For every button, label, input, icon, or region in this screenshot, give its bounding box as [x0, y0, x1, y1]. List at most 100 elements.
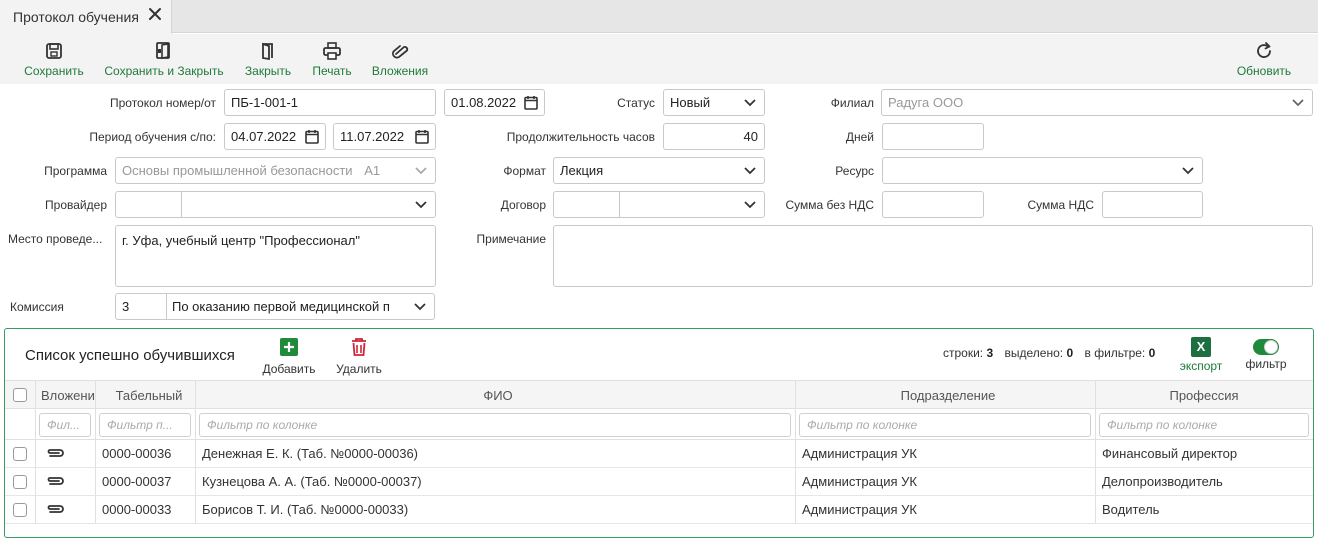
tab-protocol[interactable]: Протокол обучения — [0, 0, 172, 34]
cell-fio: Борисов Т. И. (Таб. №0000-00033) — [202, 502, 409, 517]
status-select[interactable]: Новый — [663, 89, 765, 116]
vat-input[interactable] — [1102, 191, 1203, 218]
calendar-icon[interactable] — [305, 129, 319, 144]
protocol-label: Протокол номер/от — [109, 96, 216, 110]
period-to-input[interactable]: 11.07.2022 — [333, 123, 436, 150]
note-label: Примечание — [476, 232, 546, 246]
delete-label: Удалить — [336, 362, 382, 376]
plus-icon — [280, 338, 298, 356]
chevron-down-icon — [744, 201, 756, 209]
attachments-button[interactable]: Вложения — [366, 34, 434, 84]
sum-no-vat-label: Сумма без НДС — [785, 198, 874, 212]
branch-select[interactable]: Радуга ООО — [881, 89, 1313, 116]
col-fio[interactable]: ФИО — [201, 388, 795, 403]
close-icon[interactable] — [148, 7, 162, 21]
commission-label: Комиссия — [10, 300, 64, 314]
row-checkbox[interactable] — [13, 475, 27, 489]
resource-select[interactable] — [882, 157, 1203, 184]
protocol-number-input[interactable]: ПБ-1-001-1 — [224, 89, 436, 116]
period-from-value: 04.07.2022 — [231, 129, 297, 144]
provider-label: Провайдер — [45, 198, 107, 212]
provider-select[interactable] — [115, 191, 436, 218]
chevron-down-icon — [415, 167, 427, 175]
calendar-icon[interactable] — [415, 129, 429, 144]
col-tab-number[interactable]: Табельный — [101, 388, 197, 403]
select-all-checkbox[interactable] — [13, 388, 27, 402]
contract-separator — [619, 192, 620, 217]
duration-input[interactable]: 40 — [663, 123, 765, 150]
chevron-down-icon — [744, 167, 756, 175]
save-button[interactable]: Сохранить — [16, 34, 92, 84]
resource-label: Ресурс — [835, 164, 874, 178]
cell-tab-number: 0000-00036 — [102, 446, 172, 461]
sum-no-vat-input[interactable] — [882, 191, 984, 218]
program-label: Программа — [44, 164, 107, 178]
filter-toggle[interactable]: фильтр — [1241, 337, 1291, 371]
status-label: Статус — [617, 96, 655, 110]
col-department[interactable]: Подразделение — [801, 388, 1095, 403]
chevron-down-icon — [414, 303, 426, 311]
in-filter-label: в фильтре: — [1084, 346, 1146, 360]
delete-button[interactable]: Удалить — [331, 337, 387, 376]
calendar-icon[interactable] — [524, 95, 538, 110]
program-code: А1 — [364, 163, 381, 178]
panel-title: Список успешно обучившихся — [25, 347, 235, 364]
toggle-switch[interactable] — [1253, 339, 1279, 355]
branch-label: Филиал — [830, 96, 874, 110]
note-textarea[interactable] — [553, 225, 1313, 287]
format-select[interactable]: Лекция — [553, 157, 765, 184]
paperclip-icon[interactable] — [45, 474, 65, 488]
refresh-button[interactable]: Обновить — [1230, 34, 1298, 84]
close-button[interactable]: Закрыть — [238, 34, 298, 84]
cell-tab-number: 0000-00033 — [102, 502, 172, 517]
paperclip-icon[interactable] — [45, 446, 65, 460]
cell-department: Администрация УК — [802, 502, 918, 517]
filter-department-input[interactable]: Фильтр по колонке — [799, 413, 1091, 437]
program-value: Основы промышленной безопасности — [122, 163, 353, 178]
print-label: Печать — [312, 64, 352, 78]
rows-count: 3 — [986, 346, 994, 360]
table-row[interactable]: 0000-00037 Кузнецова А. А. (Таб. №0000-0… — [5, 468, 1313, 496]
provider-separator — [181, 192, 182, 217]
row-checkbox[interactable] — [13, 503, 27, 517]
add-label: Добавить — [262, 362, 316, 376]
filter-attachments-input[interactable]: Фил... — [39, 413, 91, 437]
table-row[interactable]: 0000-00036 Денежная Е. К. (Таб. №0000-00… — [5, 440, 1313, 468]
filter-fio-input[interactable]: Фильтр по колонке — [199, 413, 791, 437]
save-label: Сохранить — [24, 64, 84, 78]
commission-separator — [166, 294, 167, 319]
col-attachments[interactable]: Вложени — [41, 388, 97, 403]
export-button[interactable]: X экспорт — [1177, 337, 1225, 373]
col-profession[interactable]: Профессия — [1101, 388, 1307, 403]
filter-tab-number-input[interactable]: Фильтр п... — [99, 413, 191, 437]
protocol-date-input[interactable]: 01.08.2022 — [444, 89, 545, 116]
cell-department: Администрация УК — [802, 446, 918, 461]
place-label: Место проведе... — [8, 232, 103, 246]
filter-profession-input[interactable]: Фильтр по колонке — [1099, 413, 1309, 437]
commission-select[interactable]: 3 По оказанию первой медицинской п — [115, 293, 435, 320]
chevron-down-icon — [415, 201, 427, 209]
paperclip-icon[interactable] — [45, 502, 65, 516]
save-close-button[interactable]: Сохранить и Закрыть — [100, 34, 228, 84]
period-from-input[interactable]: 04.07.2022 — [224, 123, 326, 150]
chevron-down-icon — [744, 99, 756, 107]
duration-label: Продолжительность часов — [506, 130, 655, 144]
place-textarea[interactable]: г. Уфа, учебный центр "Профессионал" — [115, 225, 436, 287]
trash-icon — [352, 338, 366, 356]
program-select[interactable]: Основы промышленной безопасности А1 — [115, 157, 436, 184]
print-button[interactable]: Печать — [305, 34, 359, 84]
row-checkbox[interactable] — [13, 447, 27, 461]
table-row[interactable]: 0000-00033 Борисов Т. И. (Таб. №0000-000… — [5, 496, 1313, 524]
period-label: Период обучения с/по: — [89, 130, 216, 144]
close-label: Закрыть — [244, 64, 292, 78]
save-close-icon — [156, 42, 170, 59]
contract-select[interactable] — [553, 191, 765, 218]
printer-icon — [323, 42, 341, 60]
save-icon — [46, 43, 62, 59]
contract-label: Договор — [500, 198, 546, 212]
cell-profession: Финансовый директор — [1102, 446, 1238, 461]
trained-list-panel: Список успешно обучившихся Добавить Удал… — [4, 328, 1314, 538]
commission-value: По оказанию первой медицинской п — [172, 299, 390, 314]
add-button[interactable]: Добавить — [259, 337, 319, 376]
days-input[interactable] — [882, 123, 984, 150]
